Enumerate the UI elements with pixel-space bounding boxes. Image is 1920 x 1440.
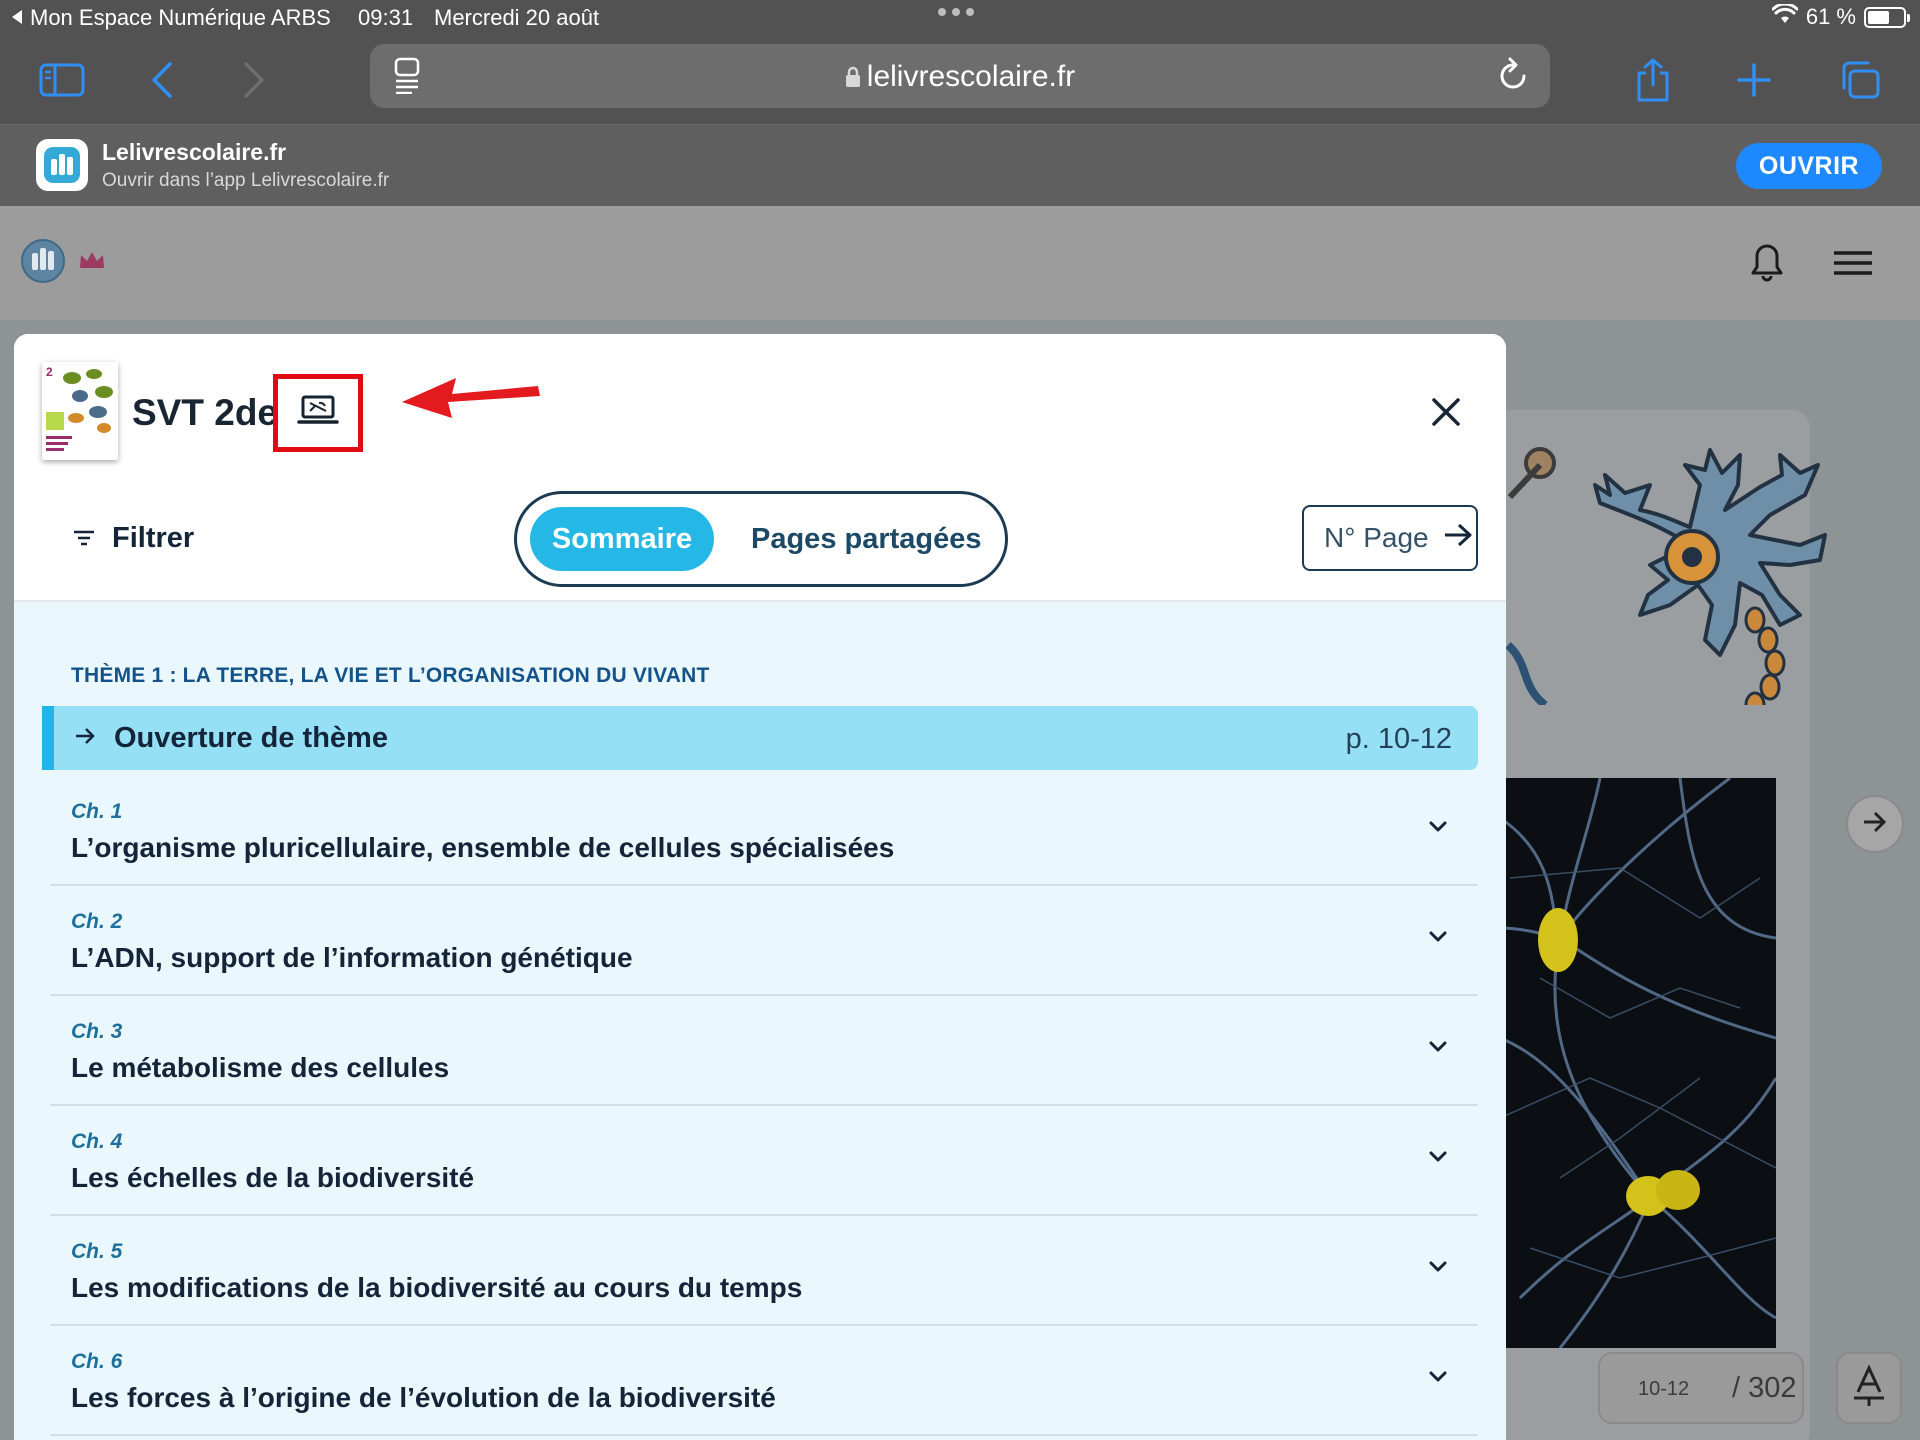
- chapter-number: Ch. 3: [71, 1020, 123, 1043]
- chapter-item[interactable]: Ch. 5 Les modifications de la biodiversit…: [50, 1216, 1478, 1326]
- multitasking-dots-icon[interactable]: [938, 8, 974, 16]
- neuron-illustration: [1500, 415, 1840, 719]
- new-tab-icon[interactable]: [1728, 54, 1780, 106]
- chapter-item[interactable]: Ch. 6 Les forces à l’origine de l’évoluti…: [50, 1326, 1478, 1436]
- svg-text:2: 2: [46, 365, 53, 379]
- open-app-button[interactable]: OUVRIR: [1736, 143, 1882, 189]
- premium-crown-icon: [78, 250, 106, 275]
- page-number-label: N° Page: [1324, 522, 1429, 553]
- chapter-title: Les échelles de la biodiversité: [71, 1162, 475, 1193]
- back-triangle-icon: [10, 5, 24, 31]
- filter-label: Filtrer: [112, 522, 195, 554]
- forward-icon[interactable]: [228, 54, 280, 106]
- table-of-contents-modal: 2 SVT 2de Filtrer Sommaire Pages partagé…: [14, 334, 1506, 1440]
- text-size-button[interactable]: [1836, 1352, 1902, 1424]
- view-tabs: Sommaire Pages partagées: [514, 491, 1008, 587]
- theme-opening-pages: p. 10-12: [1345, 723, 1452, 755]
- next-page-button[interactable]: [1846, 795, 1904, 853]
- chapter-number: Ch. 2: [71, 910, 123, 933]
- browser-toolbar: lelivrescolaire.fr: [0, 36, 1920, 124]
- app-logo-icon: [36, 139, 88, 191]
- chapter-title: Le métabolisme des cellules: [71, 1052, 450, 1083]
- page-number-search-button[interactable]: N° Page: [1302, 505, 1478, 571]
- chapter-item[interactable]: Ch. 3 Le métabolisme des cellules: [50, 996, 1478, 1106]
- address-bar[interactable]: lelivrescolaire.fr: [370, 44, 1550, 108]
- app-banner-subtitle: Ouvrir dans l’app Lelivrescolaire.fr: [102, 170, 390, 191]
- share-icon[interactable]: [1627, 54, 1679, 106]
- chapter-title: Les modifications de la biodiversité au …: [71, 1272, 803, 1303]
- tab-pages-partagees[interactable]: Pages partagées: [751, 507, 982, 571]
- projection-mode-button[interactable]: [273, 374, 363, 452]
- back-to-app-link[interactable]: Mon Espace Numérique ARBS: [10, 5, 331, 31]
- sidebar-icon[interactable]: [36, 54, 88, 106]
- chevron-down-icon[interactable]: [1428, 1040, 1448, 1059]
- hamburger-menu-icon[interactable]: [1832, 250, 1874, 281]
- filter-icon: [72, 522, 96, 555]
- theme-title: THÈME 1 : LA TERRE, LA VIE ET L’ORGANISA…: [71, 664, 710, 687]
- chevron-down-icon[interactable]: [1428, 820, 1448, 839]
- chapter-item[interactable]: Ch. 2 L’ADN, support de l’information gén…: [50, 886, 1478, 996]
- laptop-screen-icon: [297, 394, 339, 433]
- battery-icon: [1864, 6, 1910, 28]
- filter-button[interactable]: Filtrer: [72, 522, 194, 555]
- chapter-number: Ch. 4: [71, 1130, 123, 1153]
- chevron-down-icon[interactable]: [1428, 1260, 1448, 1279]
- chapter-number: Ch. 5: [71, 1240, 123, 1263]
- chapter-item[interactable]: Ch. 1 L’organisme pluricellulaire, ensemb…: [50, 776, 1478, 886]
- red-arrow-annotation: [400, 374, 540, 431]
- contents-list: THÈME 1 : LA TERRE, LA VIE ET L’ORGANISA…: [14, 602, 1506, 1440]
- neuron-cells-photo: [1500, 778, 1776, 1348]
- chapter-number: Ch. 6: [71, 1350, 123, 1373]
- chapter-title: L’ADN, support de l’information génétiqu…: [71, 942, 633, 973]
- app-banner-title: Lelivrescolaire.fr: [102, 139, 287, 165]
- back-icon[interactable]: [136, 54, 188, 106]
- book-title: SVT 2de: [132, 392, 278, 433]
- book-cover-thumbnail: 2: [42, 362, 118, 460]
- notification-bell-icon[interactable]: [1750, 242, 1784, 287]
- chapter-title: L’organisme pluricellulaire, ensemble de…: [71, 832, 895, 863]
- close-icon[interactable]: [1426, 392, 1466, 432]
- chevron-down-icon[interactable]: [1428, 1150, 1448, 1169]
- modal-header: 2 SVT 2de Filtrer Sommaire Pages partagé…: [14, 334, 1506, 602]
- page-indicator[interactable]: 10-12 / 302: [1598, 1352, 1804, 1424]
- current-page[interactable]: 10-12: [1638, 1378, 1689, 1401]
- arrow-right-icon: [1443, 522, 1473, 554]
- site-logo-icon[interactable]: [20, 238, 66, 289]
- site-header: [0, 206, 1920, 320]
- status-bar: Mon Espace Numérique ARBS 09:31 Mercredi…: [0, 0, 1920, 36]
- chapter-item[interactable]: Ch. 4 Les échelles de la biodiversité: [50, 1106, 1478, 1216]
- wifi-icon: [1771, 2, 1799, 30]
- battery-percent: 61 %: [1805, 4, 1856, 29]
- url-text[interactable]: lelivrescolaire.fr: [370, 60, 1550, 96]
- chevron-down-icon[interactable]: [1428, 1370, 1448, 1389]
- total-pages: / 302: [1732, 1372, 1797, 1404]
- theme-opening-label: Ouverture de thème: [114, 722, 388, 754]
- status-time: 09:31: [358, 5, 414, 30]
- chapter-title: Les forces à l’origine de l’évolution de…: [71, 1382, 776, 1413]
- tabs-icon[interactable]: [1834, 54, 1886, 106]
- text-size-icon: [1852, 1363, 1886, 1413]
- chevron-down-icon[interactable]: [1428, 930, 1448, 949]
- back-app-label: Mon Espace Numérique ARBS: [30, 5, 331, 30]
- lock-icon: [845, 62, 861, 96]
- tab-sommaire[interactable]: Sommaire: [530, 507, 714, 571]
- status-date: Mercredi 20 août: [434, 5, 600, 30]
- arrow-right-icon: [1862, 811, 1888, 838]
- url-label: lelivrescolaire.fr: [866, 60, 1076, 93]
- smart-app-banner: Lelivrescolaire.fr Ouvrir dans l’app Lel…: [0, 124, 1920, 206]
- arrow-right-icon: [74, 726, 96, 751]
- theme-opening-item[interactable]: Ouverture de thème p. 10-12: [42, 706, 1478, 770]
- chapter-number: Ch. 1: [71, 800, 123, 823]
- reload-icon[interactable]: [1496, 56, 1530, 99]
